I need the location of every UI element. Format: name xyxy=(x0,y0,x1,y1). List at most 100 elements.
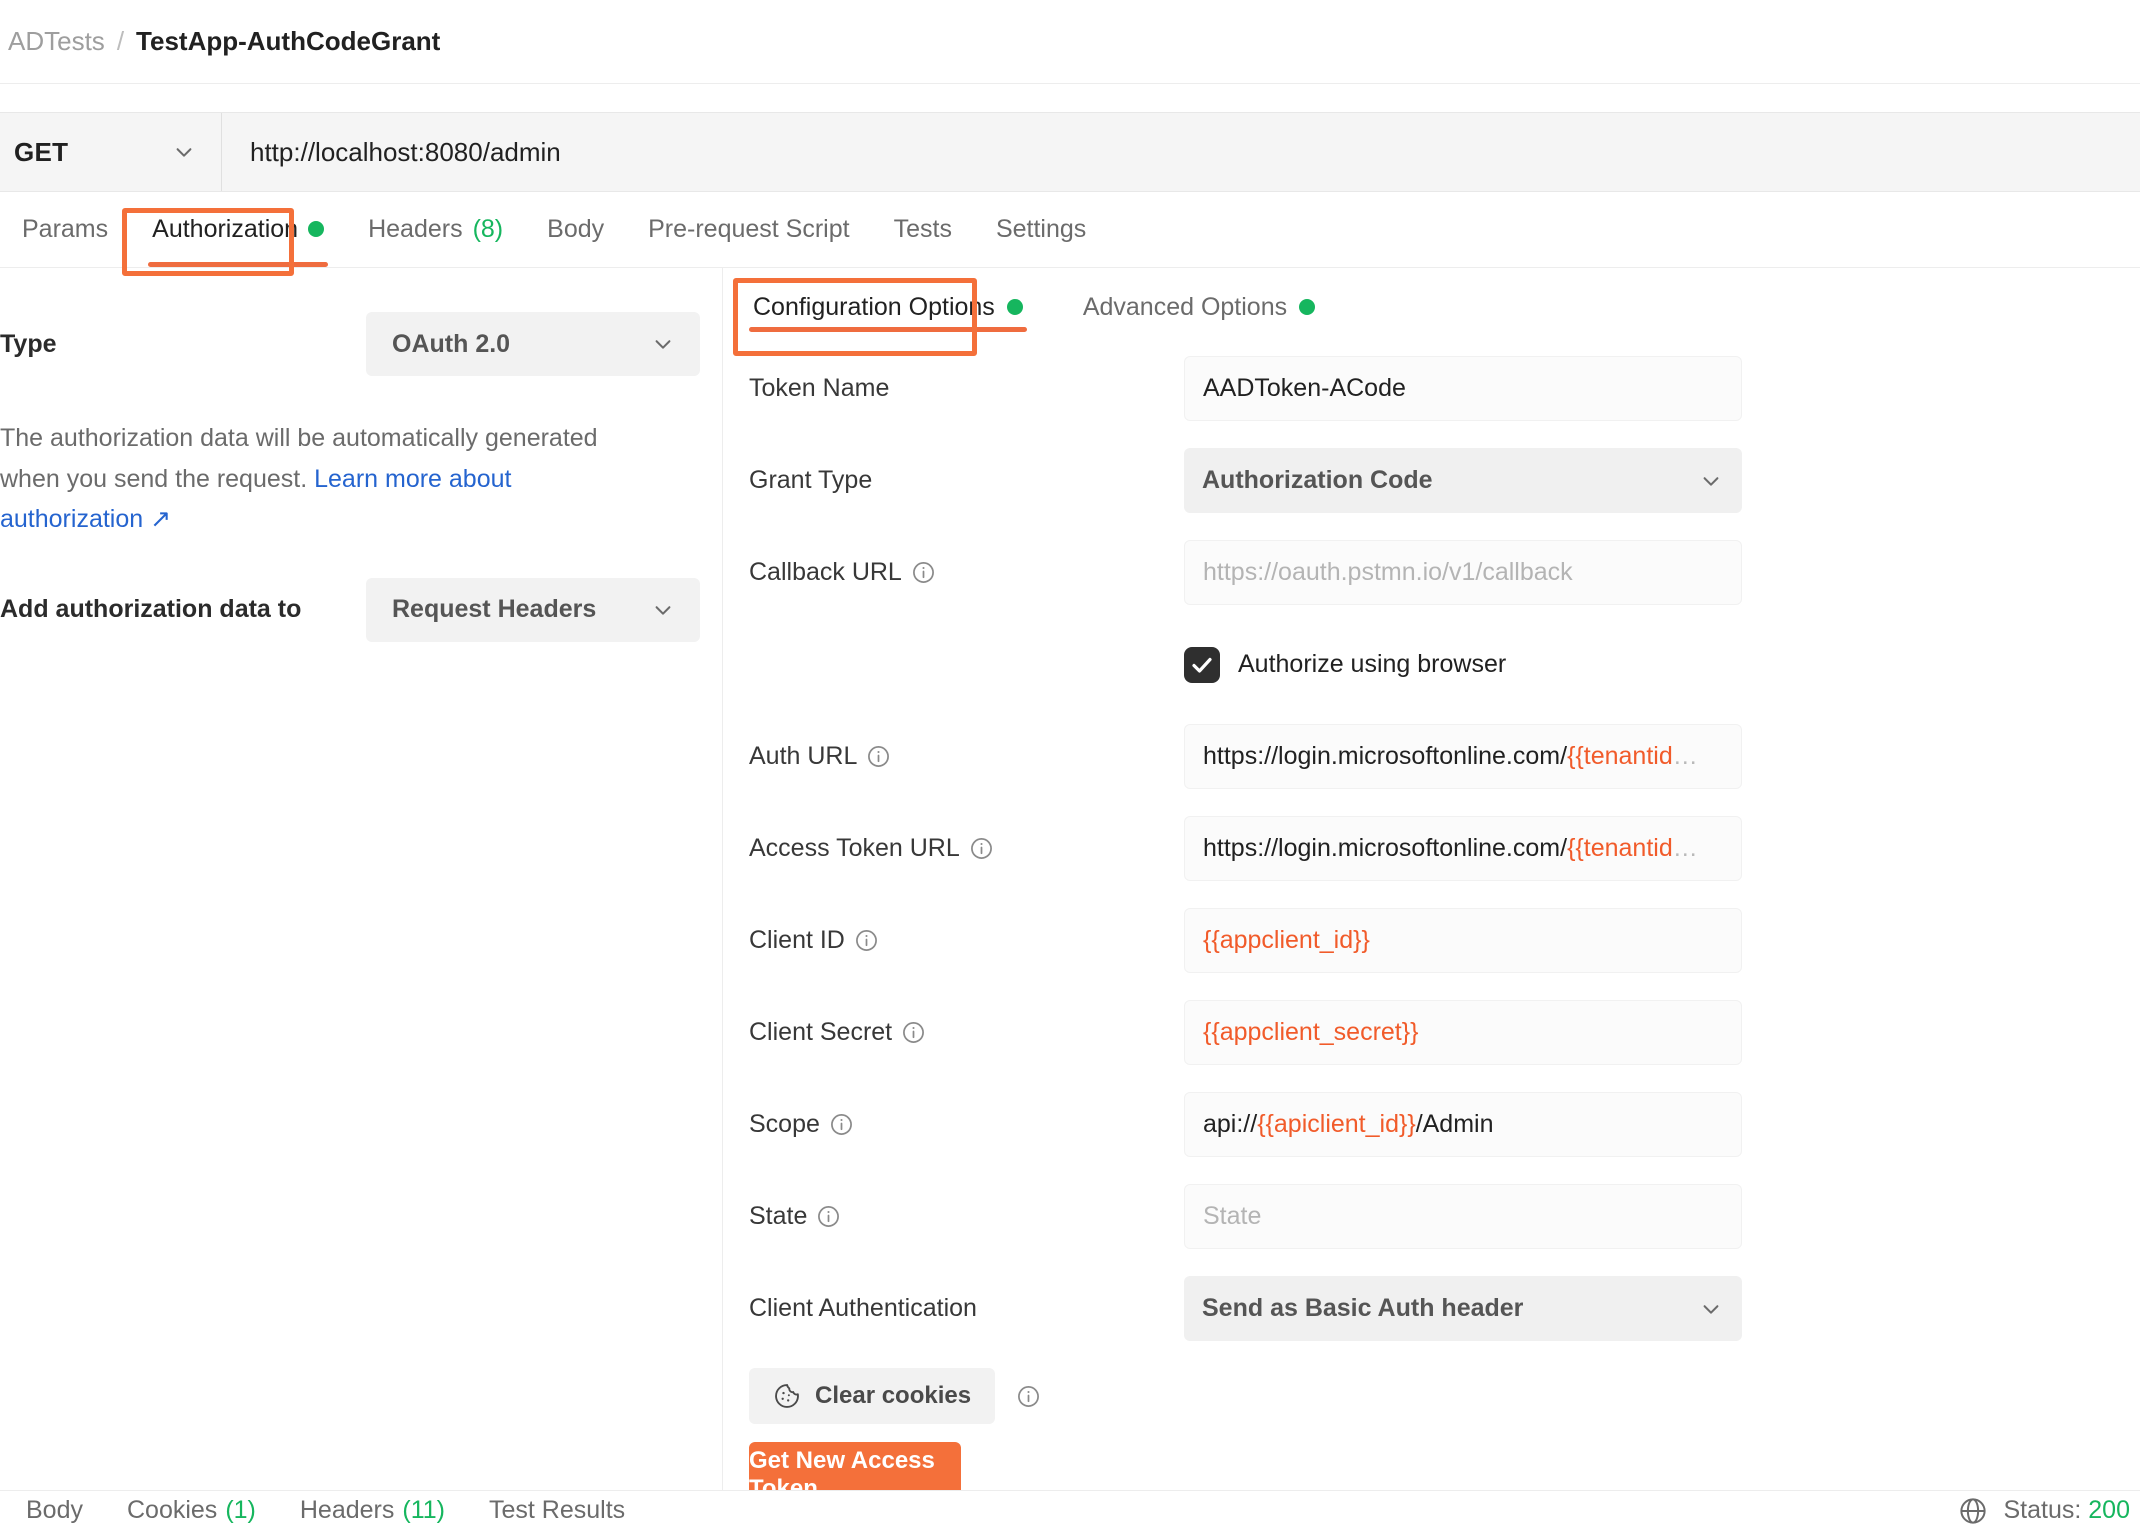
chevron-down-icon xyxy=(1700,1298,1722,1320)
auth-type-select[interactable]: OAuth 2.0 xyxy=(366,312,700,376)
callback-url-row: Callback URL https://oauth.pstmn.io/v1/c… xyxy=(723,540,2140,605)
clear-cookies-label: Clear cookies xyxy=(815,1382,972,1409)
auth-type-label: Type xyxy=(0,329,57,358)
tab-headers-label: Headers xyxy=(368,214,463,243)
auth-type-value: OAuth 2.0 xyxy=(392,329,511,358)
client-authentication-control: Send as Basic Auth header xyxy=(1184,1276,1742,1341)
client-secret-control: {{appclient_secret}} xyxy=(1184,1000,1742,1065)
checkbox-checked-icon xyxy=(1184,646,1220,683)
auth-url-input[interactable]: https://login.microsoftonline.com/{{tena… xyxy=(1184,724,1742,789)
access-token-url-ellipsis: … xyxy=(1672,834,1698,862)
response-tab-body[interactable]: Body xyxy=(4,1496,105,1525)
status-dot-icon xyxy=(308,221,325,237)
oauth-configuration-panel: Configuration Options Advanced Options T… xyxy=(723,268,2140,1508)
client-secret-input[interactable]: {{appclient_secret}} xyxy=(1184,1000,1742,1065)
info-icon[interactable] xyxy=(867,745,890,768)
tab-authorization[interactable]: Authorization xyxy=(130,191,346,267)
response-tab-cookies-count: (1) xyxy=(225,1496,256,1524)
client-id-label-wrap: Client ID xyxy=(749,926,1184,955)
access-token-url-control: https://login.microsoftonline.com/{{tena… xyxy=(1184,816,1742,881)
response-tab-headers-count: (11) xyxy=(402,1496,445,1524)
info-icon[interactable] xyxy=(830,1113,853,1136)
callback-url-input[interactable]: https://oauth.pstmn.io/v1/callback xyxy=(1184,540,1742,605)
state-row: State State xyxy=(723,1184,2140,1249)
info-icon[interactable] xyxy=(912,561,935,584)
http-method-label: GET xyxy=(14,136,69,167)
info-icon[interactable] xyxy=(902,1021,925,1044)
scope-value-suffix: /Admin xyxy=(1415,1110,1494,1138)
scope-label: Scope xyxy=(749,1110,820,1138)
authorize-using-browser-label: Authorize using browser xyxy=(1238,650,1507,678)
state-input[interactable]: State xyxy=(1184,1184,1742,1249)
auth-url-ellipsis: … xyxy=(1672,742,1698,770)
state-label-wrap: State xyxy=(749,1202,1184,1231)
client-authentication-value: Send as Basic Auth header xyxy=(1202,1294,1524,1322)
info-icon[interactable] xyxy=(855,929,878,952)
client-secret-label-wrap: Client Secret xyxy=(749,1018,1184,1047)
access-token-url-input[interactable]: https://login.microsoftonline.com/{{tena… xyxy=(1184,816,1742,881)
response-tab-test-results-label: Test Results xyxy=(488,1496,626,1524)
client-secret-label: Client Secret xyxy=(749,1018,893,1046)
response-tab-headers[interactable]: Headers (11) xyxy=(278,1496,467,1525)
tab-pre-request-script[interactable]: Pre-request Script xyxy=(626,191,871,267)
access-token-url-label: Access Token URL xyxy=(749,834,960,862)
token-name-input[interactable]: AADToken-ACode xyxy=(1184,356,1742,421)
token-name-control: AADToken-ACode xyxy=(1184,356,1742,421)
token-name-label-wrap: Token Name xyxy=(749,374,1184,403)
add-auth-data-value: Request Headers xyxy=(392,595,597,623)
url-input[interactable]: http://localhost:8080/admin xyxy=(222,113,2140,191)
breadcrumb-request-name[interactable]: TestApp-AuthCodeGrant xyxy=(136,26,440,57)
tab-body-label: Body xyxy=(547,214,605,243)
clear-cookies-button[interactable]: Clear cookies xyxy=(749,1368,996,1424)
authorize-using-browser-checkbox[interactable]: Authorize using browser xyxy=(1184,646,1507,683)
breadcrumb-collection[interactable]: ADTests xyxy=(8,26,105,57)
client-id-value: {{appclient_id}} xyxy=(1203,926,1370,954)
response-tab-cookies-label: Cookies xyxy=(126,1496,218,1524)
tab-settings-label: Settings xyxy=(995,214,1087,243)
chevron-down-icon xyxy=(652,333,674,355)
token-name-label: Token Name xyxy=(749,374,890,402)
scope-value-variable: {{apiclient_id}} xyxy=(1257,1110,1416,1138)
tab-params[interactable]: Params xyxy=(0,191,130,267)
client-authentication-select[interactable]: Send as Basic Auth header xyxy=(1184,1276,1742,1341)
access-token-url-variable: {{tenantid xyxy=(1567,834,1673,862)
info-icon[interactable] xyxy=(1017,1385,1040,1408)
response-tab-cookies[interactable]: Cookies (1) xyxy=(105,1496,278,1525)
grant-type-select[interactable]: Authorization Code xyxy=(1184,448,1742,513)
add-auth-data-select[interactable]: Request Headers xyxy=(366,577,700,642)
http-method-selector[interactable]: GET xyxy=(0,113,222,191)
tab-headers-count: (8) xyxy=(472,214,504,243)
auth-url-label-wrap: Auth URL xyxy=(749,742,1184,771)
tab-headers[interactable]: Headers (8) xyxy=(346,191,525,267)
client-id-input[interactable]: {{appclient_id}} xyxy=(1184,908,1742,973)
response-tab-test-results[interactable]: Test Results xyxy=(467,1496,647,1525)
status-code: 200 xyxy=(2088,1496,2130,1524)
oauth-form: Token Name AADToken-ACode Grant Type Aut… xyxy=(723,346,2140,1508)
info-icon[interactable] xyxy=(970,837,993,860)
client-id-control: {{appclient_id}} xyxy=(1184,908,1742,973)
globe-icon xyxy=(1958,1496,1988,1526)
oauth-actions-row: Clear cookies xyxy=(723,1368,2140,1424)
info-icon[interactable] xyxy=(817,1205,840,1228)
breadcrumb: ADTests / TestApp-AuthCodeGrant xyxy=(0,0,2140,84)
postman-request-view: ADTests / TestApp-AuthCodeGrant GET http… xyxy=(0,0,2140,1530)
scope-label-wrap: Scope xyxy=(749,1110,1184,1139)
tab-body[interactable]: Body xyxy=(525,191,626,267)
grant-type-value: Authorization Code xyxy=(1202,466,1433,494)
tab-settings[interactable]: Settings xyxy=(974,191,1108,267)
auth-url-row: Auth URL https://login.microsoftonline.c… xyxy=(723,724,2140,789)
auth-type-row: Type OAuth 2.0 xyxy=(0,308,722,380)
tab-tests[interactable]: Tests xyxy=(872,191,974,267)
auth-description: The authorization data will be automatic… xyxy=(0,418,690,540)
status-dot-icon xyxy=(1006,299,1023,315)
chevron-down-icon xyxy=(173,141,195,163)
tab-authorization-label: Authorization xyxy=(152,214,299,243)
response-status-group: Status: 200 xyxy=(1958,1496,2140,1526)
tab-configuration-options[interactable]: Configuration Options xyxy=(739,268,1037,346)
scope-input[interactable]: api://{{apiclient_id}}/Admin xyxy=(1184,1092,1742,1157)
client-authentication-label-wrap: Client Authentication xyxy=(749,1294,1184,1323)
access-token-url-label-wrap: Access Token URL xyxy=(749,834,1184,863)
tab-advanced-options[interactable]: Advanced Options xyxy=(1069,268,1329,346)
auth-url-control: https://login.microsoftonline.com/{{tena… xyxy=(1184,724,1742,789)
